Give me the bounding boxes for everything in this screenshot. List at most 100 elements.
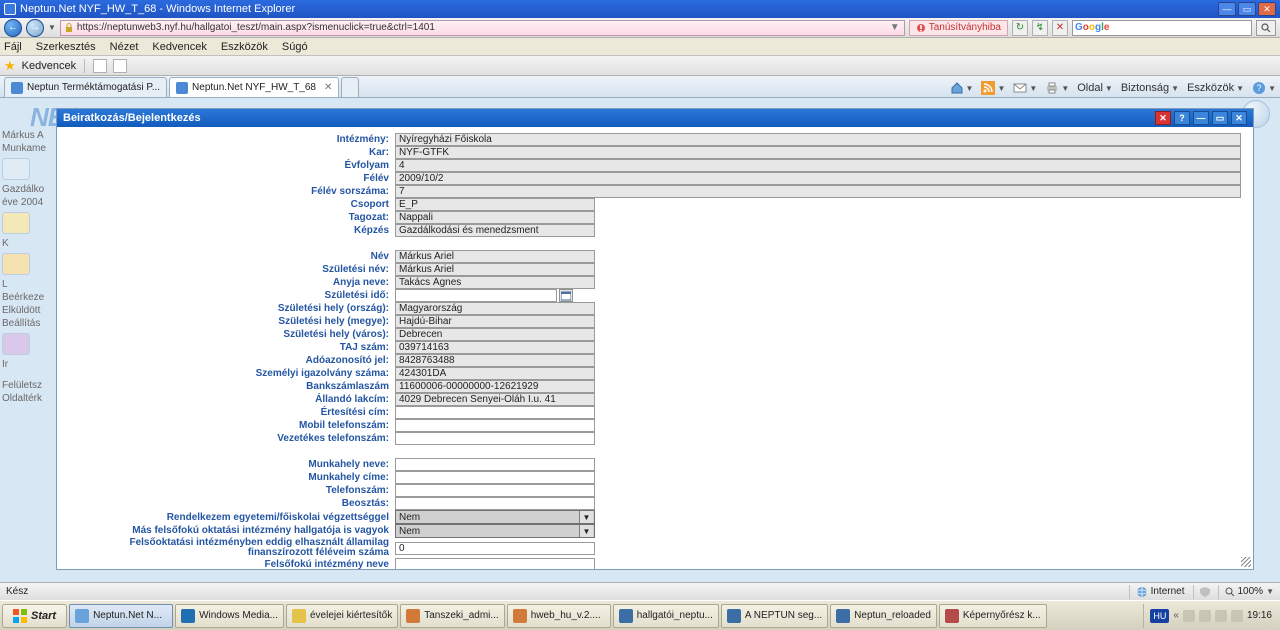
tab-neptun-support[interactable]: Neptun Terméktámogatási P... (4, 77, 167, 97)
label-lakcim: Állandó lakcím: (63, 393, 393, 406)
task-label: A NEPTUN seg... (745, 610, 822, 621)
side-text: Gazdálko (2, 184, 56, 195)
tab-neptun-net[interactable]: Neptun.Net NYF_HW_T_68 ✕ (169, 77, 339, 97)
label-kar: Kar: (63, 146, 393, 159)
search-go-button[interactable] (1256, 20, 1276, 36)
field-tagozat: Nappali (395, 211, 595, 224)
favbar-slot-1[interactable] (93, 59, 107, 73)
field-evfolyam: 4 (395, 159, 1241, 172)
dialog-maximize-button[interactable]: ▭ (1212, 111, 1228, 125)
status-zoom-label: 100% (1238, 586, 1264, 597)
lang-indicator[interactable]: HU (1150, 609, 1169, 623)
field-szul-ido[interactable] (395, 289, 557, 302)
forward-button[interactable]: → (26, 19, 44, 37)
tab-close-icon[interactable]: ✕ (324, 82, 332, 93)
field-szig: 424301DA (395, 367, 595, 380)
task-item[interactable]: Neptun_reloaded (830, 604, 937, 628)
favorites-label[interactable]: Kedvencek (22, 60, 76, 72)
print-button[interactable]: ▼ (1045, 81, 1069, 95)
label-szig: Személyi igazolvány száma: (63, 367, 393, 380)
field-beosztas[interactable] (395, 497, 595, 510)
tray-icon[interactable] (1231, 610, 1243, 622)
page-menu[interactable]: Oldal ▼ (1077, 82, 1113, 94)
field-elhasznalt[interactable]: 0 (395, 542, 595, 555)
certificate-error-button[interactable]: Tanúsítványhiba (909, 20, 1008, 36)
stop-button[interactable]: ✕ (1052, 20, 1068, 36)
safety-menu[interactable]: Biztonság ▼ (1121, 82, 1179, 94)
nav-dropdown-icon[interactable]: ▼ (48, 23, 56, 32)
minimize-button[interactable]: — (1218, 2, 1236, 16)
select-value: Nem (399, 526, 420, 537)
home-button[interactable]: ▼ (950, 81, 974, 95)
dialog-close-button-2[interactable]: ✕ (1231, 111, 1247, 125)
feeds-button[interactable]: ▼ (981, 81, 1005, 95)
side-text: K (2, 238, 56, 249)
dialog-help-button[interactable]: ? (1174, 111, 1190, 125)
label-mobil: Mobil telefonszám: (63, 419, 393, 432)
refresh-button[interactable]: ↻ (1012, 20, 1028, 36)
menu-help[interactable]: Súgó (282, 41, 308, 53)
menu-view[interactable]: Nézet (110, 41, 139, 53)
clock[interactable]: 19:16 (1247, 610, 1272, 621)
label-vegzettseg: Rendelkezem egyetemi/főiskolai végzettsé… (63, 510, 393, 524)
separator (84, 59, 85, 73)
tray-icon[interactable] (1199, 610, 1211, 622)
window-close-button[interactable]: ✕ (1258, 2, 1276, 16)
compat-button[interactable]: ↯ (1032, 20, 1048, 36)
label-tagozat: Tagozat: (63, 211, 393, 224)
task-item[interactable]: A NEPTUN seg... (721, 604, 828, 628)
search-input[interactable]: Google (1072, 20, 1252, 36)
addr-drop-icon[interactable]: ▼ (889, 22, 901, 33)
tools-menu[interactable]: Eszközök ▼ (1187, 82, 1244, 94)
shield-warn-icon (916, 23, 926, 33)
task-item[interactable]: Képernyőrész k... (939, 604, 1047, 628)
google-logo-icon: Google (1075, 22, 1109, 33)
select-vegzettseg[interactable]: Nem▼ (395, 510, 595, 524)
zoom-icon (1225, 587, 1235, 597)
start-button[interactable]: Start (2, 604, 67, 628)
star-icon[interactable]: ★ (4, 58, 16, 74)
tray-icon[interactable] (1215, 610, 1227, 622)
menu-edit[interactable]: Szerkesztés (36, 41, 96, 53)
task-item[interactable]: hallgatói_neptu... (613, 604, 719, 628)
field-mobil[interactable] (395, 419, 595, 432)
dialog-close-button[interactable]: ✕ (1155, 111, 1171, 125)
task-item[interactable]: évelejei kiértesítők (286, 604, 398, 628)
tray-expand-icon[interactable]: « (1173, 610, 1179, 621)
task-item[interactable]: Tanszeki_admi... (400, 604, 504, 628)
label-mh-cim: Munkahely címe: (63, 471, 393, 484)
label-anyja-neve: Anyja neve: (63, 276, 393, 289)
system-tray: HU « 19:16 (1143, 604, 1278, 628)
label-beosztas: Beosztás: (63, 497, 393, 510)
field-mh-nev[interactable] (395, 458, 595, 471)
field-vezetekes[interactable] (395, 432, 595, 445)
datepicker-button[interactable] (559, 289, 573, 302)
dialog-minimize-button[interactable]: — (1193, 111, 1209, 125)
new-tab-button[interactable] (341, 77, 359, 97)
address-bar[interactable]: https://neptunweb3.nyf.hu/hallgatoi_tesz… (60, 20, 905, 36)
field-ert-cim[interactable] (395, 406, 595, 419)
status-zone: Internet (1129, 585, 1185, 599)
select-mas-hallgato[interactable]: Nem▼ (395, 524, 595, 538)
task-item[interactable]: Neptun.Net N... (69, 604, 173, 628)
field-mh-cim[interactable] (395, 471, 595, 484)
select-value: Nem (399, 512, 420, 523)
field-mh-tel[interactable] (395, 484, 595, 497)
side-icon (2, 158, 30, 180)
task-item[interactable]: Windows Media... (175, 604, 284, 628)
favbar-slot-2[interactable] (113, 59, 127, 73)
help-button[interactable]: ?▼ (1252, 81, 1276, 95)
back-button[interactable]: ← (4, 19, 22, 37)
menu-file[interactable]: Fájl (4, 41, 22, 53)
task-item[interactable]: hweb_hu_v.2.... (507, 604, 611, 628)
status-zoom[interactable]: 100% ▼ (1218, 585, 1275, 599)
menu-tools[interactable]: Eszközök (221, 41, 268, 53)
maximize-button[interactable]: ▭ (1238, 2, 1256, 16)
tray-icon[interactable] (1183, 610, 1195, 622)
menu-favorites[interactable]: Kedvencek (152, 41, 206, 53)
field-ff-intezmeny[interactable] (395, 558, 595, 569)
mail-button[interactable]: ▼ (1013, 81, 1037, 95)
resize-grip-icon[interactable] (1241, 557, 1251, 567)
tools-menu-label: Eszközök (1187, 82, 1234, 94)
calendar-icon (561, 291, 571, 301)
